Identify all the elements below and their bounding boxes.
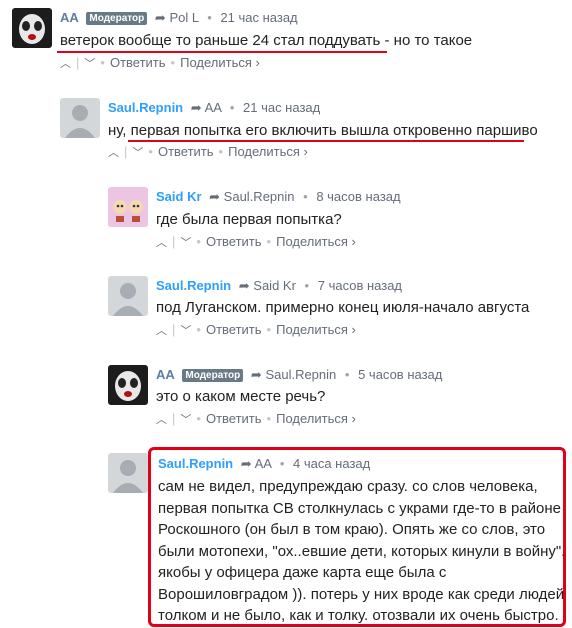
comment-text-line: Роскошного (он был в том краю). Опять же… xyxy=(158,521,546,538)
comment-text-line: под Луганском. примерно конец июля-начал… xyxy=(156,299,530,316)
chevron-up-icon[interactable]: ︿ xyxy=(156,325,167,337)
timestamp[interactable]: 21 час назад xyxy=(243,100,320,115)
comment-body: это о каком месте речь? xyxy=(156,386,325,407)
reply-to-name: AA xyxy=(254,456,272,471)
moderator-badge: Модератор xyxy=(86,12,148,25)
reply-to-link[interactable]: ➦ Pol L xyxy=(155,10,199,25)
comment-body: где была первая попытка? xyxy=(156,209,342,230)
comment-text-line: это о каком месте речь? xyxy=(156,388,326,405)
timestamp[interactable]: 8 часов назад xyxy=(316,189,400,204)
reply-to-link[interactable]: ➦ Saul.Repnin xyxy=(251,367,336,382)
comment-body: сам не видел, предупреждаю сразу. со сло… xyxy=(158,476,565,627)
comment-text-line: первая попытка СВ столкнулась с украми г… xyxy=(158,499,561,517)
share-button[interactable]: Поделиться › xyxy=(276,411,356,426)
author-name[interactable]: Said Kr xyxy=(156,189,202,204)
comment-text-line: ну, первая попытка его включить вышла от… xyxy=(108,122,538,139)
reply-to-link[interactable]: ➦ AA xyxy=(241,456,271,471)
highlight-underline xyxy=(128,140,524,142)
share-button[interactable]: Поделиться › xyxy=(180,55,260,70)
timestamp[interactable]: 7 часов назад xyxy=(318,278,402,293)
chevron-down-icon[interactable]: ﹀ xyxy=(132,147,143,159)
share-button[interactable]: Поделиться › xyxy=(276,322,356,337)
reply-to-name: AA xyxy=(204,100,222,115)
timestamp[interactable]: 21 час назад xyxy=(220,10,297,25)
separator-dot: • xyxy=(344,367,350,382)
chevron-down-icon[interactable]: ﹀ xyxy=(84,58,95,70)
reply-arrow-icon: ➦ xyxy=(238,278,250,293)
chevron-down-icon[interactable]: ﹀ xyxy=(180,237,191,249)
reply-to-link[interactable]: ➦ Saul.Repnin xyxy=(209,189,294,204)
avatar[interactable] xyxy=(108,187,148,227)
separator-dot: • xyxy=(304,278,310,293)
reply-button[interactable]: Ответить xyxy=(158,144,214,159)
separator-dot: • xyxy=(279,456,285,471)
separator-dot: • xyxy=(229,100,235,115)
avatar[interactable] xyxy=(108,453,148,493)
avatar[interactable] xyxy=(108,276,148,316)
author-name[interactable]: Saul.Repnin xyxy=(108,100,183,115)
author-name[interactable]: AA xyxy=(156,367,175,382)
chevron-up-icon[interactable]: ︿ xyxy=(60,58,71,70)
chevron-up-icon[interactable]: ︿ xyxy=(156,237,167,249)
author-name[interactable]: Saul.Repnin xyxy=(158,456,233,471)
reply-arrow-icon: ➦ xyxy=(240,456,252,471)
chevron-down-icon[interactable]: ﹀ xyxy=(180,325,191,337)
comment-text-line: где была первая попытка? xyxy=(156,211,342,228)
highlight-underline xyxy=(57,51,387,53)
comment-text-line: Ворошиловградом )). потерь у них вроде к… xyxy=(158,585,565,603)
reply-arrow-icon: ➦ xyxy=(154,10,166,25)
reply-arrow-icon: ➦ xyxy=(190,100,202,115)
comment-text-line: были мотопехи, "ох..евшие дети, которых … xyxy=(158,542,566,560)
separator-dot: • xyxy=(207,10,212,25)
timestamp[interactable]: 4 часа назад xyxy=(293,456,370,471)
chevron-up-icon[interactable]: ︿ xyxy=(156,414,167,426)
avatar[interactable] xyxy=(12,8,52,48)
author-name[interactable]: Saul.Repnin xyxy=(156,278,231,293)
avatar[interactable] xyxy=(108,365,148,405)
avatar[interactable] xyxy=(60,98,100,138)
comment-text-line: ветерок вообще то раньше 24 стал поддува… xyxy=(60,32,473,49)
reply-arrow-icon: ➦ xyxy=(250,367,262,382)
reply-button[interactable]: Ответить xyxy=(206,234,262,249)
reply-to-link[interactable]: ➦ AA xyxy=(191,100,221,115)
author-name[interactable]: AA xyxy=(60,10,79,25)
reply-arrow-icon: ➦ xyxy=(209,189,221,204)
comment-text-line: сам не видел, предупреждаю сразу. со сло… xyxy=(158,478,538,495)
chevron-up-icon[interactable]: ︿ xyxy=(108,147,119,159)
reply-to-name: Said Kr xyxy=(253,278,296,293)
reply-to-name: Saul.Repnin xyxy=(265,367,337,382)
reply-to-name: Pol L xyxy=(169,10,199,25)
timestamp[interactable]: 5 часов назад xyxy=(358,367,442,382)
reply-to-link[interactable]: ➦ Said Kr xyxy=(239,278,296,293)
comment-body: ветерок вообще то раньше 24 стал поддува… xyxy=(60,30,472,51)
separator-dot: • xyxy=(303,189,308,204)
share-button[interactable]: Поделиться › xyxy=(276,234,356,249)
reply-to-name: Saul.Repnin xyxy=(223,189,295,204)
comment-text-line: толком и не было, как и толку. отозвали … xyxy=(158,607,559,624)
chevron-down-icon[interactable]: ﹀ xyxy=(180,414,191,426)
share-button[interactable]: Поделиться › xyxy=(228,144,308,159)
reply-button[interactable]: Ответить xyxy=(110,55,166,70)
comment-body: под Луганском. примерно конец июля-начал… xyxy=(156,297,529,318)
moderator-badge: Модератор xyxy=(182,369,244,382)
comment-body: ну, первая попытка его включить вышла от… xyxy=(108,120,538,141)
comment-text-line: якобы у офицера даже карта еще была с xyxy=(158,564,447,581)
reply-button[interactable]: Ответить xyxy=(206,411,262,426)
reply-button[interactable]: Ответить xyxy=(206,322,262,337)
